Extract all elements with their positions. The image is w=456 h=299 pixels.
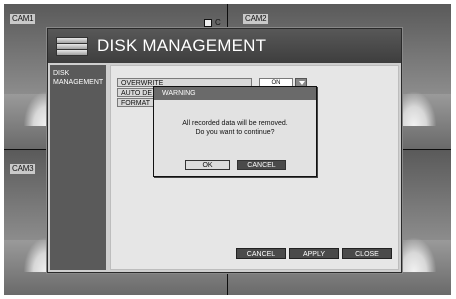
dialog-title: WARNING [154, 87, 316, 100]
dialog-cancel-button[interactable]: CANCEL [237, 160, 286, 170]
dialog-message-line-2: Do you want to continue? [195, 129, 275, 136]
hard-disk-icon [56, 37, 88, 56]
indicator-square-icon [204, 18, 212, 27]
window-title: DISK MANAGEMENT [97, 36, 267, 55]
sidebar-item-disk-management[interactable]: DISK MANAGEMENT [50, 67, 106, 89]
dialog-message: All recorded data will be removed. Do yo… [154, 119, 316, 137]
recording-indicator: C [204, 18, 221, 27]
camera-label-2: CAM2 [243, 14, 269, 24]
close-button[interactable]: CLOSE [342, 248, 392, 259]
dialog-ok-button[interactable]: OK [185, 160, 230, 170]
apply-button[interactable]: APPLY [289, 248, 339, 259]
camera-label-1: CAM1 [10, 14, 36, 24]
window-titlebar: DISK MANAGEMENT [48, 29, 401, 63]
dialog-message-line-1: All recorded data will be removed. [182, 120, 288, 127]
sidebar: DISK MANAGEMENT [50, 65, 106, 270]
indicator-label: C [215, 18, 221, 27]
warning-dialog: WARNING All recorded data will be remove… [153, 86, 317, 177]
camera-label-3: CAM3 [10, 164, 36, 174]
cancel-button[interactable]: CANCEL [236, 248, 286, 259]
